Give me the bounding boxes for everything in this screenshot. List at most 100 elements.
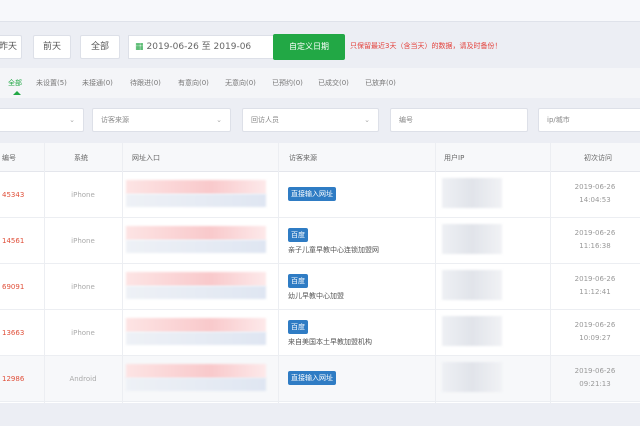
col-source: 访客来源 — [289, 154, 317, 162]
tab-booked[interactable]: 已预约(0) — [272, 78, 303, 88]
row-number[interactable]: 14561 — [2, 237, 24, 245]
top-bar — [0, 0, 640, 22]
retention-note: 只保留最近3天（含当天）的数据，请及时备份！ — [350, 42, 502, 50]
table-row[interactable]: 13663 iPhone 百度 来自美国本土早教加盟机构 2019-06-26 1… — [0, 310, 640, 356]
divider — [122, 143, 123, 403]
number-input[interactable]: 编号 — [390, 108, 528, 132]
custom-date-button[interactable]: 自定义日期 — [273, 34, 345, 60]
visit-time: 11:16:38 — [579, 242, 611, 250]
tab-closed[interactable]: 已成交(0) — [318, 78, 349, 88]
blurred-url — [126, 378, 266, 391]
tab-not-interested[interactable]: 无意向(0) — [225, 78, 256, 88]
source-select[interactable]: 访客来源 ⌄ — [92, 108, 231, 132]
blurred-url — [126, 194, 266, 207]
date-range-input[interactable]: ▦ 2019-06-26 至 2019-06 — [128, 35, 274, 59]
row-first-visit: 2019-06-26 10:09:27 — [550, 319, 640, 345]
source-keyword: 亲子儿童早教中心连锁加盟网 — [288, 246, 379, 254]
row-source: 百度 亲子儿童早教中心连锁加盟网 — [288, 228, 379, 255]
blurred-url — [126, 240, 266, 253]
tab-follow-up[interactable]: 待跟进(0) — [130, 78, 161, 88]
table-row[interactable]: 14561 iPhone 百度 亲子儿童早教中心连锁加盟网 2019-06-26… — [0, 218, 640, 264]
table-row[interactable]: 12986 Android 直接输入网址 2019-06-26 09:21:13 — [0, 356, 640, 402]
blurred-ip — [442, 178, 502, 208]
visit-date: 2019-06-26 — [574, 321, 616, 329]
col-system: 系统 — [74, 154, 88, 162]
row-first-visit: 2019-06-26 09:21:13 — [550, 365, 640, 391]
row-number[interactable]: 12986 — [2, 375, 24, 383]
row-system: iPhone — [71, 329, 95, 337]
blurred-ip — [442, 316, 502, 346]
table-row[interactable]: 45343 iPhone 直接输入网址 2019-06-26 14:04:53 — [0, 172, 640, 218]
chevron-down-icon: ⌄ — [69, 116, 75, 124]
ip-city-placeholder: ip/城市 — [547, 116, 570, 124]
table-row[interactable]: 69091 iPhone 百度 幼儿早教中心加盟 2019-06-26 11:12… — [0, 264, 640, 310]
col-entry-url: 网址入口 — [132, 154, 160, 162]
col-first-visit: 初次访问 — [584, 154, 612, 162]
table-header: 编号 系统 网址入口 访客来源 用户IP 初次访问 — [0, 143, 640, 172]
number-placeholder: 编号 — [399, 116, 413, 124]
row-system: iPhone — [71, 191, 95, 199]
row-number[interactable]: 13663 — [2, 329, 24, 337]
visit-time: 09:21:13 — [579, 380, 611, 388]
first-select[interactable]: ⌄ — [0, 108, 84, 132]
all-button[interactable]: 全部 — [80, 35, 120, 59]
tab-all[interactable]: 全部 — [8, 78, 22, 88]
blurred-url — [126, 286, 266, 299]
row-system: iPhone — [71, 283, 95, 291]
divider — [44, 143, 45, 403]
row-source: 百度 来自美国本土早教加盟机构 — [288, 320, 372, 347]
tab-unreached[interactable]: 未接通(0) — [82, 78, 113, 88]
divider — [278, 143, 279, 403]
blurred-ip — [442, 270, 502, 300]
source-tag: 百度 — [288, 320, 308, 334]
visit-time: 10:09:27 — [579, 334, 611, 342]
blurred-ip — [442, 224, 502, 254]
visit-time: 11:12:41 — [579, 288, 611, 296]
visit-date: 2019-06-26 — [574, 275, 616, 283]
col-user-ip: 用户IP — [444, 154, 465, 162]
row-source: 百度 幼儿早教中心加盟 — [288, 274, 344, 301]
blurred-url — [126, 364, 266, 378]
source-keyword: 幼儿早教中心加盟 — [288, 292, 344, 300]
status-tabs: 全部 未设置(5) 未接通(0) 待跟进(0) 有意向(0) 无意向(0) 已预… — [0, 68, 640, 98]
row-system: Android — [69, 375, 97, 383]
source-tag: 百度 — [288, 228, 308, 242]
row-first-visit: 2019-06-26 11:16:38 — [550, 227, 640, 253]
blurred-url — [126, 318, 266, 332]
visit-time: 14:04:53 — [579, 196, 611, 204]
visit-date: 2019-06-26 — [574, 229, 616, 237]
blurred-ip — [442, 362, 502, 392]
blurred-url — [126, 180, 266, 194]
chevron-down-icon: ⌄ — [364, 116, 370, 124]
source-placeholder: 访客来源 — [101, 116, 129, 124]
source-tag: 直接输入网址 — [288, 371, 336, 385]
tab-unset[interactable]: 未设置(5) — [36, 78, 67, 88]
active-tab-indicator — [13, 91, 21, 95]
source-tag: 直接输入网址 — [288, 187, 336, 201]
ip-city-input[interactable]: ip/城市 — [538, 108, 640, 132]
visitor-table: 编号 系统 网址入口 访客来源 用户IP 初次访问 45343 iPhone 直… — [0, 143, 640, 403]
tab-abandoned[interactable]: 已放弃(0) — [365, 78, 396, 88]
visitor-placeholder: 回访人员 — [251, 116, 279, 124]
row-source: 直接输入网址 — [288, 187, 336, 204]
row-source: 直接输入网址 — [288, 371, 336, 388]
row-system: iPhone — [71, 237, 95, 245]
col-number: 编号 — [2, 154, 16, 162]
chevron-down-icon: ⌄ — [216, 116, 222, 124]
divider — [435, 143, 436, 403]
row-number[interactable]: 45343 — [2, 191, 24, 199]
calendar-icon: ▦ — [135, 42, 144, 52]
blurred-url — [126, 226, 266, 240]
row-number[interactable]: 69091 — [2, 283, 24, 291]
divider — [550, 143, 551, 403]
tab-interested[interactable]: 有意向(0) — [178, 78, 209, 88]
day-before-button[interactable]: 前天 — [33, 35, 71, 59]
visit-date: 2019-06-26 — [574, 367, 616, 375]
visitor-select[interactable]: 回访人员 ⌄ — [242, 108, 379, 132]
yesterday-button[interactable]: 昨天 — [0, 35, 22, 59]
source-tag: 百度 — [288, 274, 308, 288]
source-keyword: 来自美国本土早教加盟机构 — [288, 338, 372, 346]
blurred-url — [126, 272, 266, 286]
row-first-visit: 2019-06-26 14:04:53 — [550, 181, 640, 207]
row-first-visit: 2019-06-26 11:12:41 — [550, 273, 640, 299]
